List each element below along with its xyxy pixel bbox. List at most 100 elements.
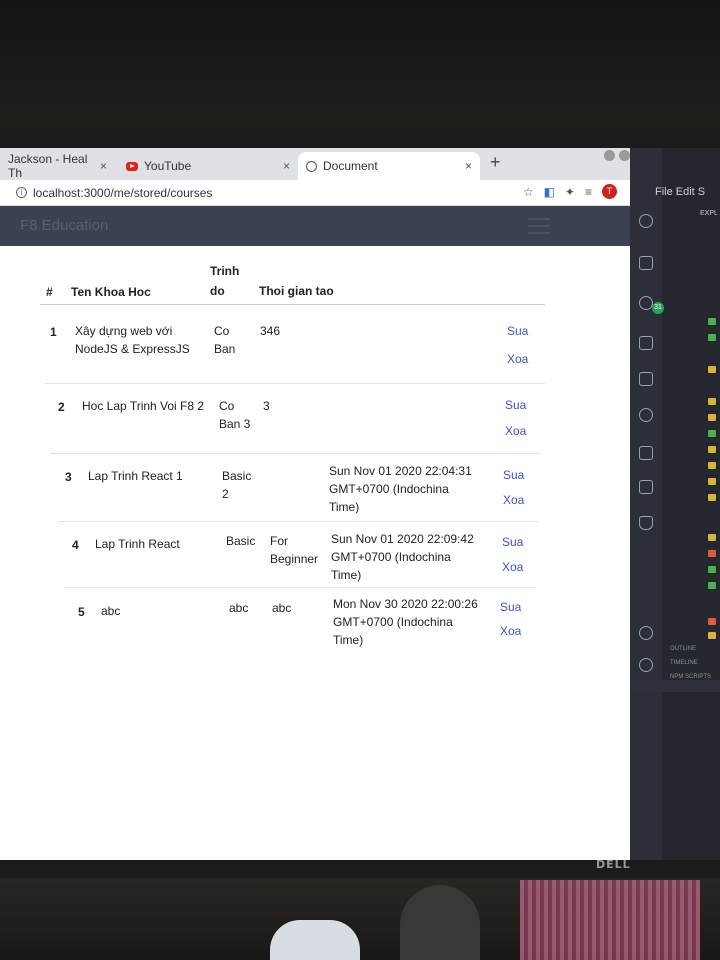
- file-icon[interactable]: [708, 582, 716, 589]
- folder-icon[interactable]: [708, 414, 716, 421]
- edit-link[interactable]: Sua: [502, 535, 523, 549]
- folder-icon[interactable]: [708, 366, 716, 373]
- tab-label: Document: [323, 159, 378, 173]
- desk-object: [400, 885, 480, 960]
- course-time: 346: [260, 324, 281, 338]
- course-level: Co Ban: [214, 324, 236, 356]
- status-bar: [630, 680, 720, 692]
- tab-youtube[interactable]: YouTube ×: [118, 152, 298, 180]
- folder-icon[interactable]: [708, 446, 716, 453]
- file-icon[interactable]: [708, 632, 716, 639]
- url-text[interactable]: localhost:3000/me/stored/courses: [33, 186, 212, 200]
- monitor-logo: DELL: [596, 858, 631, 871]
- folder-icon[interactable]: [708, 430, 716, 437]
- panel-timeline[interactable]: TIMELINE: [670, 660, 698, 666]
- brand-logo[interactable]: F8 Education: [20, 217, 108, 234]
- panel-outline[interactable]: OUTLINE: [670, 646, 696, 652]
- close-icon[interactable]: ×: [100, 159, 107, 173]
- file-icon[interactable]: [708, 566, 716, 573]
- delete-link[interactable]: Xoa: [503, 493, 524, 507]
- course-name: Xây dựng web với NodeJS & ExpressJS: [75, 324, 190, 356]
- edit-link[interactable]: Sua: [507, 324, 528, 338]
- reading-list-icon[interactable]: ≡: [585, 185, 592, 199]
- folder-icon[interactable]: [708, 478, 716, 485]
- file-icon[interactable]: [708, 618, 716, 625]
- account-icon[interactable]: [639, 626, 653, 640]
- desk-object: [270, 920, 360, 960]
- row-index: 4: [72, 538, 79, 552]
- youtube-icon: [126, 161, 138, 171]
- warning-icon[interactable]: [639, 446, 653, 460]
- delete-link[interactable]: Xoa: [507, 352, 528, 366]
- folder-icon[interactable]: [708, 494, 716, 501]
- file-icon[interactable]: [708, 334, 716, 341]
- row-index: 3: [65, 470, 72, 484]
- course-level: Basic 2: [222, 469, 252, 501]
- maximize-icon[interactable]: [619, 150, 630, 161]
- folder-icon[interactable]: [708, 462, 716, 469]
- row-divider: [45, 383, 545, 384]
- file-icon[interactable]: [708, 534, 716, 541]
- hamburger-icon[interactable]: [528, 218, 550, 234]
- new-tab-button[interactable]: +: [490, 152, 501, 173]
- gear-icon[interactable]: [639, 658, 653, 672]
- edit-link[interactable]: Sua: [503, 468, 524, 482]
- course-description: For Beginner: [270, 534, 319, 566]
- header-level: Trinh: [210, 264, 240, 278]
- address-bar[interactable]: i localhost:3000/me/stored/courses ☆ ◧ ✦…: [0, 180, 655, 206]
- row-divider: [65, 587, 535, 588]
- delete-link[interactable]: Xoa: [502, 560, 523, 574]
- edit-link[interactable]: Sua: [505, 398, 526, 412]
- vscode-menu[interactable]: File Edit S: [655, 186, 705, 198]
- translate-icon[interactable]: ◧: [544, 185, 555, 199]
- info-icon[interactable]: i: [16, 187, 27, 198]
- tab-label: Jackson - Heal Th: [8, 152, 88, 180]
- course-time: 3: [263, 399, 270, 413]
- close-icon[interactable]: ×: [465, 159, 472, 173]
- header-level: do: [210, 284, 225, 298]
- row-divider: [50, 453, 540, 454]
- course-name: abc: [101, 604, 121, 618]
- header-index: #: [46, 285, 53, 299]
- activity-bar: 31: [630, 148, 664, 860]
- file-icon[interactable]: [708, 550, 716, 557]
- row-divider: [58, 521, 538, 522]
- header-created: Thoi gian tao: [259, 284, 334, 298]
- site-navbar: F8 Education: [0, 206, 655, 246]
- minimize-icon[interactable]: [604, 150, 615, 161]
- files-icon[interactable]: [639, 256, 653, 270]
- delete-link[interactable]: Xoa: [500, 624, 521, 638]
- background-wall: [0, 0, 720, 140]
- delete-link[interactable]: Xoa: [505, 424, 526, 438]
- tab-label: YouTube: [144, 159, 192, 173]
- course-time: Sun Nov 01 2020 22:04:31 GMT+0700 (Indoc…: [329, 464, 472, 514]
- course-name: Hoc Lap Trinh Voi F8 2: [82, 399, 205, 413]
- run-debug-icon[interactable]: [639, 336, 653, 350]
- course-description: abc: [272, 601, 292, 615]
- course-name: Lap Trinh React 1: [88, 469, 183, 483]
- search-icon[interactable]: [639, 214, 653, 228]
- file-icon[interactable]: [708, 318, 716, 325]
- row-index: 1: [50, 325, 57, 339]
- row-index: 2: [58, 400, 65, 414]
- share-icon[interactable]: [639, 480, 653, 494]
- course-level: abc: [229, 601, 249, 615]
- edit-link[interactable]: Sua: [500, 600, 521, 614]
- browser-window: Jackson - Heal Th × YouTube × Document ×…: [0, 148, 655, 860]
- extensions-icon[interactable]: [639, 372, 653, 386]
- source-control-icon[interactable]: [639, 296, 653, 310]
- tab-jackson[interactable]: Jackson - Heal Th ×: [0, 152, 115, 180]
- close-icon[interactable]: ×: [283, 159, 290, 173]
- tab-document[interactable]: Document ×: [298, 152, 480, 180]
- tab-strip: Jackson - Heal Th × YouTube × Document ×…: [0, 148, 655, 180]
- folder-icon[interactable]: [708, 398, 716, 405]
- extensions-icon[interactable]: ✦: [565, 185, 575, 199]
- header-divider: [40, 304, 545, 305]
- database-icon[interactable]: [639, 516, 653, 530]
- star-icon[interactable]: ☆: [523, 185, 534, 199]
- vscode-window: 31 File Edit S EXPL OUTLINE TIMELINE NPM…: [630, 148, 720, 860]
- courses-table: # Ten Khoa Hoc Trinh do Thoi gian tao 1 …: [0, 246, 655, 860]
- profile-avatar[interactable]: T: [602, 184, 617, 199]
- timeline-icon[interactable]: [639, 408, 653, 422]
- course-time: Sun Nov 01 2020 22:09:42 GMT+0700 (Indoc…: [331, 532, 474, 582]
